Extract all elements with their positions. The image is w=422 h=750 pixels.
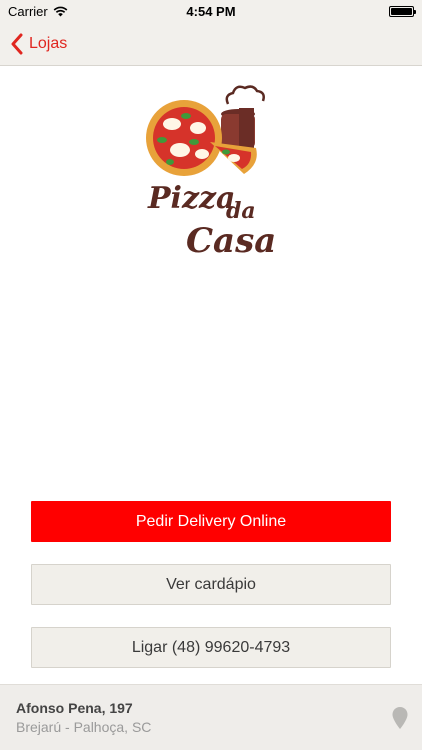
battery-fill (391, 8, 412, 15)
back-button[interactable]: Lojas (10, 22, 67, 66)
map-pin-icon[interactable] (391, 706, 409, 730)
chevron-left-icon (11, 33, 23, 55)
back-button-label: Lojas (29, 35, 68, 52)
store-street: Afonso Pena, 197 (16, 700, 133, 716)
battery-icon (389, 6, 416, 17)
call-store-button[interactable]: Ligar (48) 99620-4793 (31, 627, 391, 668)
order-delivery-button[interactable]: Pedir Delivery Online (31, 501, 391, 542)
status-bar: Carrier 4:54 PM (0, 0, 422, 22)
navigation-bar: Lojas (0, 22, 422, 66)
view-menu-button[interactable]: Ver cardápio (31, 564, 391, 605)
store-address-footer: Afonso Pena, 197 Brejarú - Palhoça, SC (0, 684, 422, 750)
logo-word-pizza: Pizza (147, 181, 235, 216)
store-city: Brejarú - Palhoça, SC (16, 719, 152, 735)
store-detail-screen: Carrier 4:54 PM Lojas Pizza da Casa Pedi… (0, 0, 422, 750)
clock: 4:54 PM (186, 4, 236, 19)
logo-word-casa: Casa (186, 221, 276, 260)
pizza-da-casa-logo: Pizza da Casa (146, 85, 276, 260)
